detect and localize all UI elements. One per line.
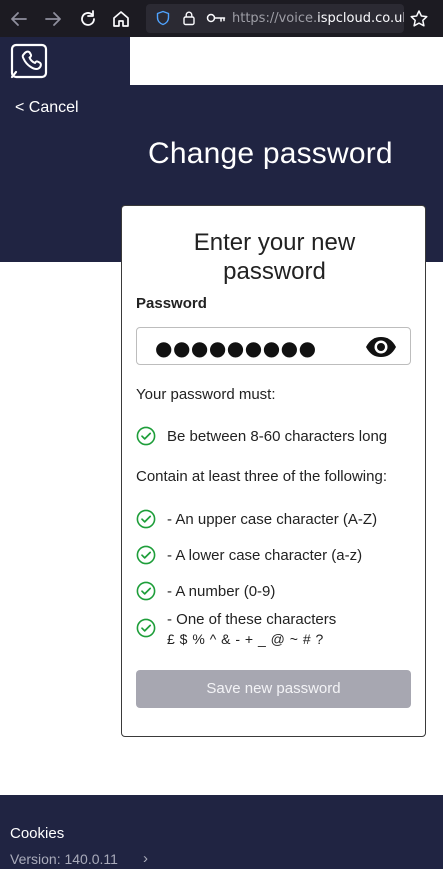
lock-icon[interactable] bbox=[181, 10, 197, 26]
password-label: Password bbox=[136, 295, 207, 312]
card-heading-line2: password bbox=[223, 258, 326, 285]
url-bar[interactable]: https://voice.ispcloud.co.uk/# bbox=[146, 4, 404, 33]
rule-uppercase-text: - An upper case character (A-Z) bbox=[167, 511, 378, 528]
shield-icon[interactable] bbox=[155, 10, 171, 26]
footer: Cookies Version: 140.0.11 › bbox=[0, 795, 443, 869]
card-heading: Enter your new password bbox=[122, 228, 427, 286]
rule-lowercase-text: - A lower case character (a-z) bbox=[167, 547, 363, 564]
url-scheme: https://voice. bbox=[232, 11, 318, 26]
card-heading-line1: Enter your new bbox=[193, 229, 356, 256]
chevron-right-icon[interactable]: › bbox=[143, 850, 148, 867]
cancel-link[interactable]: < Cancel bbox=[15, 99, 79, 117]
cookies-link[interactable]: Cookies bbox=[10, 825, 64, 842]
rule-special-text: - One of these characters £ $ % ^ & - + … bbox=[167, 611, 336, 647]
password-value: ●●●●●●●●● bbox=[155, 336, 317, 360]
version-text: Version: 140.0.11 bbox=[10, 851, 118, 867]
check-circle-icon bbox=[136, 509, 156, 529]
password-field[interactable]: ●●●●●●●●● bbox=[136, 327, 411, 365]
change-password-card: Enter your new password Password ●●●●●●●… bbox=[121, 205, 426, 737]
contain-intro: Contain at least three of the following: bbox=[136, 468, 387, 485]
page-title: Change password bbox=[148, 137, 393, 170]
home-icon[interactable] bbox=[110, 8, 132, 30]
rules-intro: Your password must: bbox=[136, 386, 276, 403]
url-text: https://voice.ispcloud.co.uk/# bbox=[232, 11, 404, 26]
reload-icon[interactable] bbox=[77, 8, 99, 30]
save-new-password-button[interactable]: Save new password bbox=[136, 670, 411, 708]
special-characters: £ $ % ^ & - + _ @ ~ # ? bbox=[167, 631, 324, 647]
check-circle-icon bbox=[136, 618, 156, 638]
back-arrow-icon[interactable] bbox=[8, 8, 30, 30]
phone-logo-icon[interactable] bbox=[10, 43, 50, 81]
forward-arrow-icon[interactable] bbox=[42, 8, 64, 30]
check-circle-icon bbox=[136, 581, 156, 601]
check-circle-icon bbox=[136, 426, 156, 446]
browser-toolbar: https://voice.ispcloud.co.uk/# bbox=[0, 0, 443, 37]
show-password-eye-icon[interactable] bbox=[364, 334, 398, 360]
check-circle-icon bbox=[136, 545, 156, 565]
rule-special-label: - One of these characters bbox=[167, 611, 337, 628]
star-icon[interactable] bbox=[408, 8, 430, 30]
key-icon[interactable] bbox=[206, 10, 226, 26]
top-strip bbox=[130, 37, 443, 85]
rule-length-text: Be between 8-60 characters long bbox=[167, 428, 388, 445]
url-host: ispcloud.co.uk bbox=[317, 11, 404, 26]
rule-number-text: - A number (0-9) bbox=[167, 583, 276, 600]
